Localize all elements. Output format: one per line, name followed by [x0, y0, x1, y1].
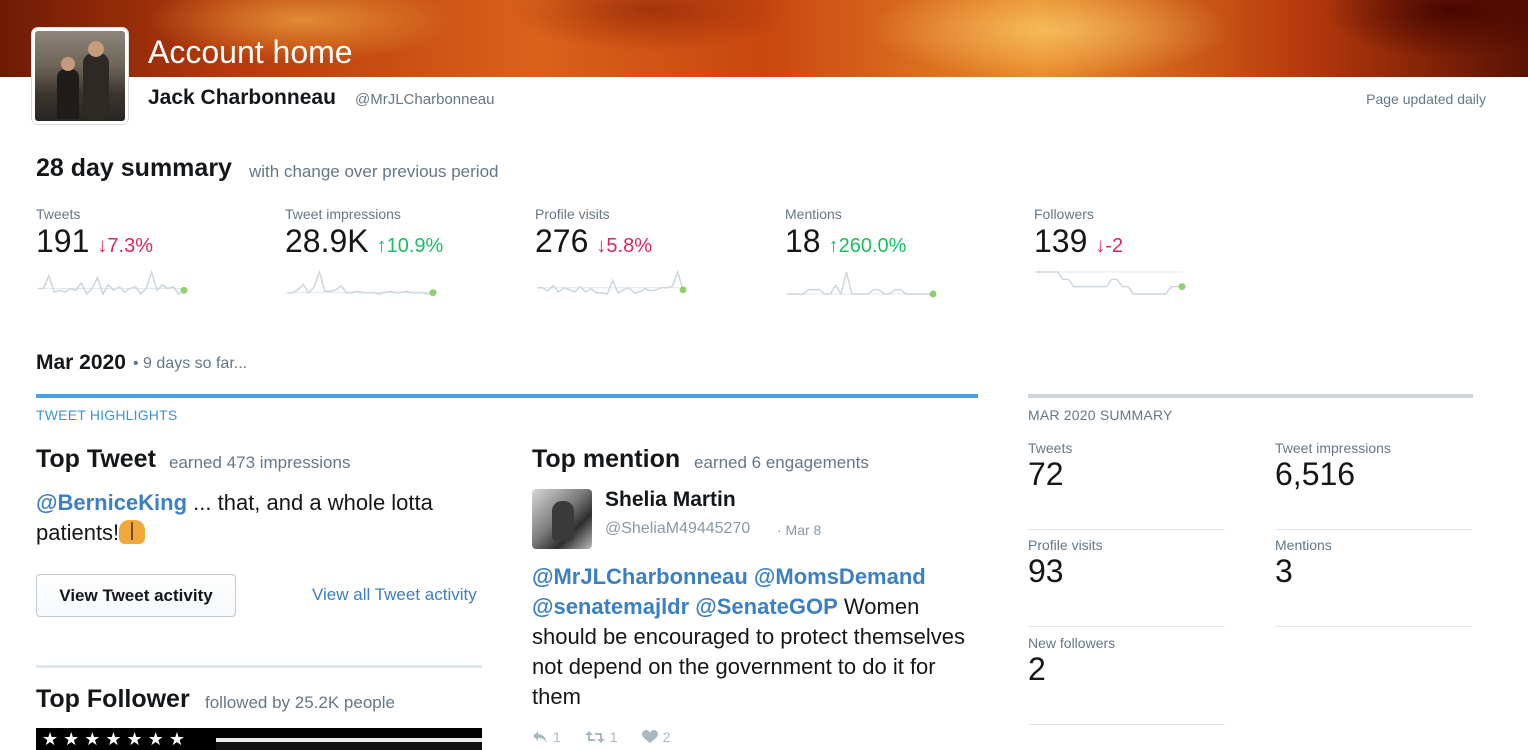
metric-value: 276	[535, 223, 589, 259]
divider	[36, 665, 482, 668]
sparkline-impressions	[287, 270, 437, 297]
metric-followers: Followers 139 ↓-2	[1034, 206, 1264, 316]
sparkline-tweets	[38, 270, 188, 296]
side-metric-label: New followers	[1028, 635, 1116, 651]
sparkline-last-point	[429, 289, 437, 297]
sparkline-series	[787, 271, 933, 296]
sidebar-divider	[1028, 394, 1473, 398]
side-metric-value: 3	[1275, 553, 1293, 589]
month-summary-label: MAR 2020 SUMMARY	[1028, 407, 1173, 423]
metric-change: ↑260.0%	[828, 235, 907, 257]
metric-label: Profile visits	[535, 206, 610, 222]
avatar[interactable]	[32, 28, 128, 124]
metric-change: ↓5.8%	[596, 235, 652, 257]
side-metric-value: 2	[1028, 651, 1046, 687]
sparkline-mentions	[787, 271, 937, 298]
side-metric-impressions: Tweet impressions 6,516	[1275, 440, 1472, 530]
sparkline-series	[38, 270, 185, 296]
mention-link[interactable]: @BerniceKing	[36, 490, 187, 515]
side-metric-value: 6,516	[1275, 456, 1356, 492]
side-metric-label: Profile visits	[1028, 537, 1103, 553]
mention-author-handle[interactable]: @SheliaM49445270	[605, 520, 750, 538]
retweet-icon	[584, 731, 605, 743]
like-action[interactable]: 2	[641, 729, 670, 745]
retweet-action[interactable]: 1	[584, 729, 618, 745]
metric-value: 139	[1034, 223, 1088, 259]
top-follower-banner[interactable]: ★★★★★★★	[36, 728, 482, 750]
metric-value: 18	[785, 223, 821, 259]
tweet-highlights-label: TWEET HIGHLIGHTS	[36, 407, 178, 423]
side-metric-value: 72	[1028, 456, 1064, 492]
metric-change: ↓-2	[1095, 235, 1124, 257]
arrow-down-icon: ↓	[1095, 235, 1106, 257]
month-subtitle: • 9 days so far...	[133, 355, 248, 372]
side-metric-label: Tweet impressions	[1275, 440, 1391, 456]
sparkline-series	[1036, 271, 1182, 295]
metric-label: Mentions	[785, 206, 842, 222]
sparkline-series	[537, 270, 684, 295]
top-tweet-heading: Top Tweet	[36, 445, 156, 473]
mention-text[interactable]: @MrJLCharbonneau @MomsDemand @senatemajl…	[532, 562, 982, 712]
user-name[interactable]: Jack Charbonneau	[148, 86, 336, 110]
metric-tweets: Tweets 191 ↓7.3%	[36, 206, 266, 316]
sparkline-last-point	[180, 286, 188, 294]
metric-profile-visits: Profile visits 276 ↓5.8%	[535, 206, 765, 316]
section-divider	[36, 394, 978, 398]
arrow-down-icon: ↓	[97, 235, 108, 257]
summary-title: 28 day summary	[36, 154, 232, 182]
user-handle[interactable]: @MrJLCharbonneau	[355, 91, 494, 108]
metric-change: ↓7.3%	[97, 235, 153, 257]
top-follower-heading: Top Follower	[36, 685, 190, 713]
metric-label: Tweets	[36, 206, 81, 222]
side-metric-label: Tweets	[1028, 440, 1073, 456]
side-metric-profile-visits: Profile visits 93	[1028, 537, 1225, 627]
flag-stars: ★★★★★★★	[36, 728, 216, 750]
arrow-up-icon: ↑	[376, 235, 387, 257]
mention-author-name[interactable]: Shelia Martin	[605, 488, 736, 512]
top-follower-subtitle: followed by 25.2K people	[205, 693, 395, 712]
metric-mentions: Mentions 18 ↑260.0%	[785, 206, 1015, 316]
side-metric-new-followers: New followers 2	[1028, 635, 1225, 725]
sparkline-profile-visits	[537, 270, 687, 295]
metric-label: Followers	[1034, 206, 1094, 222]
side-metric-tweets: Tweets 72	[1028, 440, 1225, 530]
summary-subtitle: with change over previous period	[249, 162, 499, 181]
side-metric-value: 93	[1028, 553, 1064, 589]
metric-value: 191	[36, 223, 90, 259]
heart-icon	[641, 730, 658, 743]
side-metric-mentions: Mentions 3	[1275, 537, 1472, 627]
tweet-actions: 1 1 2	[532, 729, 670, 745]
sparkline-followers	[1036, 271, 1186, 295]
sparkline-last-point	[1178, 283, 1186, 291]
sparkline-series	[287, 270, 434, 295]
mention-avatar[interactable]	[532, 489, 592, 549]
sparkline-last-point	[929, 290, 937, 298]
metric-tweet-impressions: Tweet impressions 28.9K ↑10.9%	[285, 206, 515, 316]
top-tweet-text[interactable]: @BerniceKing ... that, and a whole lotta…	[36, 488, 486, 548]
view-all-tweet-activity-link[interactable]: View all Tweet activity	[312, 585, 477, 605]
metric-change: ↑10.9%	[376, 235, 444, 257]
month-title: Mar 2020	[36, 351, 126, 374]
side-metric-label: Mentions	[1275, 537, 1332, 553]
raising-hands-icon	[119, 520, 146, 544]
top-tweet-subtitle: earned 473 impressions	[169, 453, 351, 472]
reply-icon	[533, 731, 547, 743]
arrow-down-icon: ↓	[596, 235, 607, 257]
metric-label: Tweet impressions	[285, 206, 401, 222]
mention-date[interactable]: · Mar 8	[777, 522, 821, 538]
reply-action[interactable]: 1	[532, 729, 561, 745]
metric-value: 28.9K	[285, 223, 369, 259]
page-title: Account home	[148, 34, 353, 70]
update-note: Page updated daily	[1366, 91, 1486, 107]
top-mention-subtitle: earned 6 engagements	[694, 453, 869, 472]
arrow-up-icon: ↑	[828, 235, 839, 257]
sparkline-last-point	[679, 286, 687, 294]
view-tweet-activity-button[interactable]: View Tweet activity	[36, 574, 236, 617]
top-mention-heading: Top mention	[532, 445, 681, 473]
